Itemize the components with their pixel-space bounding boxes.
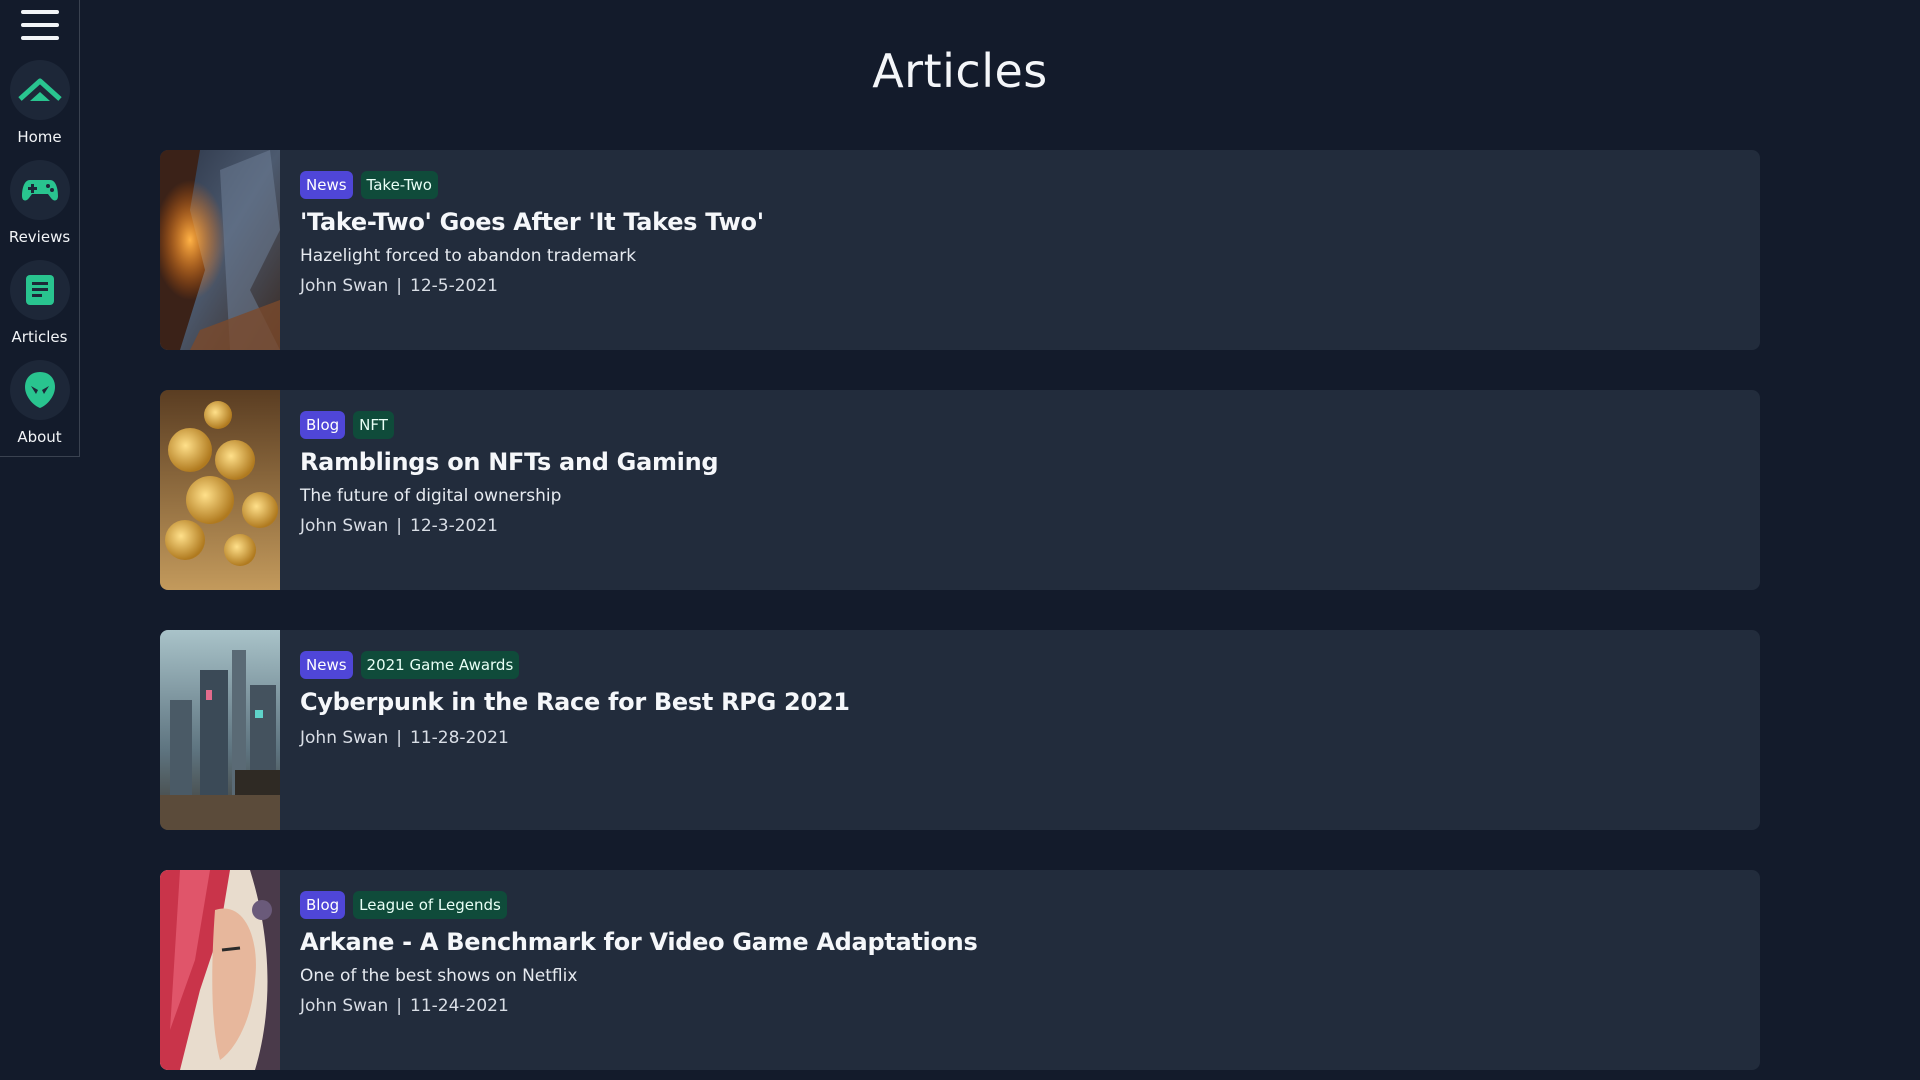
- article-subtitle: Hazelight forced to abandon trademark: [300, 246, 637, 266]
- main-content: Articles News Take-Two 'Take-Two' Goes A…: [80, 0, 1920, 1080]
- hamburger-menu-button[interactable]: [0, 0, 80, 50]
- article-author: John Swan: [300, 516, 389, 536]
- article-tags: News 2021 Game Awards: [300, 650, 850, 680]
- article-thumbnail: [160, 150, 280, 350]
- tag-type[interactable]: Blog: [300, 891, 346, 919]
- tag-topic[interactable]: NFT: [353, 411, 394, 439]
- sidebar: Home Reviews Articles About: [0, 0, 80, 457]
- tag-topic[interactable]: 2021 Game Awards: [360, 651, 520, 679]
- article-date: 12-5-2021: [410, 276, 498, 296]
- tag-topic[interactable]: Take-Two: [360, 171, 438, 199]
- sidebar-item-about[interactable]: About: [0, 350, 80, 450]
- sidebar-item-label: Home: [17, 128, 62, 146]
- article-date: 11-28-2021: [410, 728, 509, 748]
- article-thumbnail: [160, 870, 280, 1070]
- article-tags: News Take-Two: [300, 170, 764, 200]
- article-title[interactable]: Ramblings on NFTs and Gaming: [300, 448, 719, 476]
- article-author: John Swan: [300, 276, 389, 296]
- article-thumbnail: [160, 630, 280, 830]
- tag-type[interactable]: News: [300, 651, 353, 679]
- article-subtitle: One of the best shows on Netflix: [300, 966, 578, 986]
- article-thumbnail: [160, 390, 280, 590]
- tag-type[interactable]: Blog: [300, 411, 346, 439]
- gamepad-icon: [9, 160, 70, 220]
- article-meta: John Swan | 12-3-2021: [300, 516, 718, 536]
- article-date: 11-24-2021: [410, 996, 509, 1016]
- article-tags: Blog League of Legends: [300, 890, 977, 920]
- article-meta: John Swan | 11-28-2021: [300, 728, 850, 748]
- article-subtitle: The future of digital ownership: [300, 486, 562, 506]
- article-title[interactable]: 'Take-Two' Goes After 'It Takes Two': [300, 208, 764, 236]
- article-body: News 2021 Game Awards Cyberpunk in the R…: [280, 630, 850, 830]
- article-body: Blog League of Legends Arkane - A Benchm…: [280, 870, 978, 1070]
- meta-separator: |: [396, 728, 402, 748]
- hamburger-menu-icon: [20, 10, 59, 40]
- tag-topic[interactable]: League of Legends: [353, 891, 507, 919]
- document-icon: [9, 260, 70, 320]
- page-title: Articles: [872, 44, 1048, 98]
- article-tags: Blog NFT: [300, 410, 718, 440]
- sidebar-item-label: About: [17, 428, 62, 446]
- sidebar-item-label: Articles: [11, 328, 68, 346]
- article-meta: John Swan | 11-24-2021: [300, 996, 977, 1016]
- article-card[interactable]: Blog League of Legends Arkane - A Benchm…: [160, 870, 1760, 1070]
- sidebar-item-label: Reviews: [8, 228, 71, 246]
- article-title[interactable]: Arkane - A Benchmark for Video Game Adap…: [300, 928, 978, 956]
- home-icon: [9, 60, 70, 120]
- tag-type[interactable]: News: [300, 171, 353, 199]
- meta-separator: |: [396, 276, 402, 296]
- sidebar-item-articles[interactable]: Articles: [0, 250, 80, 350]
- article-date: 12-3-2021: [410, 516, 498, 536]
- sidebar-item-reviews[interactable]: Reviews: [0, 150, 80, 250]
- article-body: Blog NFT Ramblings on NFTs and Gaming Th…: [280, 390, 719, 590]
- article-card[interactable]: News 2021 Game Awards Cyberpunk in the R…: [160, 630, 1760, 830]
- sidebar-item-home[interactable]: Home: [0, 50, 80, 150]
- article-meta: John Swan | 12-5-2021: [300, 276, 764, 296]
- article-body: News Take-Two 'Take-Two' Goes After 'It …: [280, 150, 764, 350]
- article-author: John Swan: [300, 728, 389, 748]
- article-author: John Swan: [300, 996, 389, 1016]
- alien-head-icon: [9, 360, 70, 420]
- article-card[interactable]: News Take-Two 'Take-Two' Goes After 'It …: [160, 150, 1760, 350]
- article-card[interactable]: Blog NFT Ramblings on NFTs and Gaming Th…: [160, 390, 1760, 590]
- meta-separator: |: [396, 516, 402, 536]
- meta-separator: |: [396, 996, 402, 1016]
- article-title[interactable]: Cyberpunk in the Race for Best RPG 2021: [300, 688, 850, 716]
